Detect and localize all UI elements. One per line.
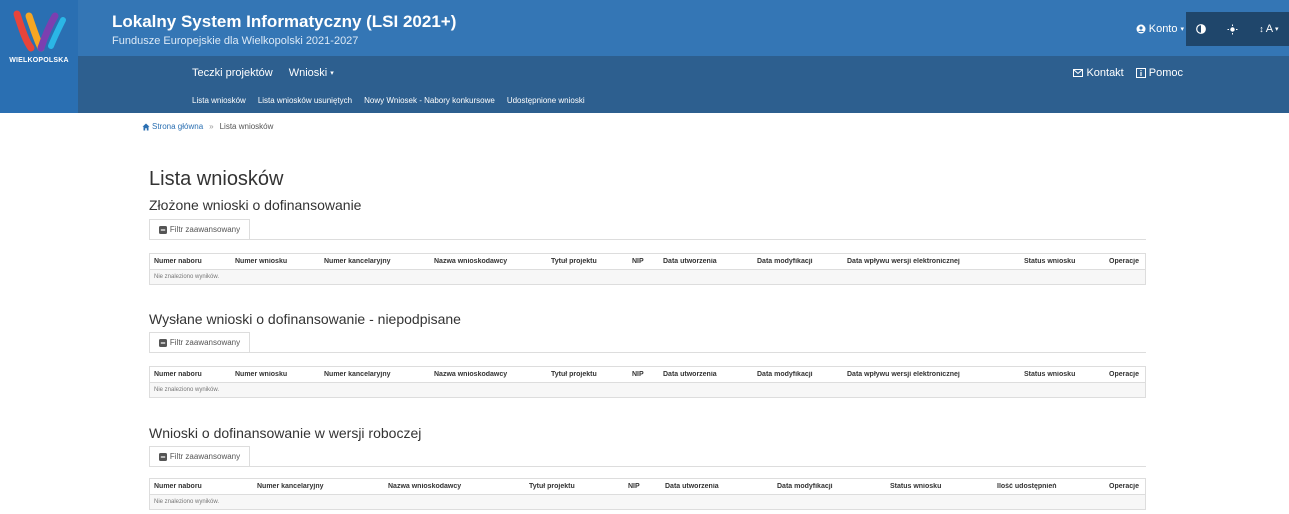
envelope-icon: [1073, 69, 1084, 77]
column-header[interactable]: Numer naboru: [150, 483, 253, 490]
tab-divider: [149, 466, 1146, 467]
column-header[interactable]: Nazwa wnioskodawcy: [430, 258, 547, 265]
filter-advanced-button[interactable]: Filtr zaawansowany: [149, 332, 250, 352]
empty-row: Nie znaleziono wyników.: [150, 270, 1145, 284]
text-height-icon: ↕: [1259, 24, 1264, 34]
table-niepodpisane: Numer naboru Numer wniosku Numer kancela…: [149, 366, 1146, 398]
subnav-lista-wnioskow-usunietych[interactable]: Lista wniosków usuniętych: [258, 96, 352, 105]
filter-advanced-button[interactable]: Filtr zaawansowany: [149, 446, 250, 466]
app-header: WIELKOPOLSKA Lokalny System Informatyczn…: [0, 0, 1289, 113]
empty-row: Nie znaleziono wyników.: [150, 495, 1145, 509]
column-header[interactable]: Status wniosku: [1020, 258, 1105, 265]
tab-divider: [149, 352, 1146, 353]
subnav-lista-wnioskow[interactable]: Lista wniosków: [192, 96, 246, 105]
utility-nav: Kontakt Pomoc: [1073, 67, 1183, 79]
breadcrumb-home-label: Strona główna: [152, 122, 204, 131]
primary-nav: Teczki projektów Wnioski ▾: [192, 67, 334, 79]
section-title-robocze: Wnioski o dofinansowanie w wersji robocz…: [149, 425, 422, 441]
table-robocze: Numer naboru Numer kancelaryjny Nazwa wn…: [149, 478, 1146, 510]
section-title-niepodpisane: Wysłane wnioski o dofinansowanie - niepo…: [149, 311, 461, 327]
account-label: Konto: [1148, 23, 1178, 35]
column-header[interactable]: Numer naboru: [150, 371, 231, 378]
column-header[interactable]: Operacje: [1105, 258, 1145, 265]
contact-label: Kontakt: [1086, 67, 1124, 79]
breadcrumb-home[interactable]: Strona główna: [142, 122, 203, 131]
nav-wnioski-label: Wnioski: [288, 67, 328, 79]
column-header[interactable]: Data modyfikacji: [753, 371, 843, 378]
accessibility-tools: ↕ A ▾: [1186, 12, 1289, 46]
column-header[interactable]: Ilość udostępnień: [993, 483, 1105, 490]
help-label: Pomoc: [1148, 67, 1183, 79]
column-header[interactable]: Operacje: [1105, 371, 1145, 378]
page-title: Lista wniosków: [149, 168, 284, 190]
user-circle-icon: [1136, 24, 1146, 34]
table-header: Numer naboru Numer wniosku Numer kancela…: [150, 254, 1145, 270]
tab-divider: [149, 239, 1146, 240]
column-header[interactable]: Numer wniosku: [231, 371, 320, 378]
home-icon: [142, 123, 150, 130]
chevron-down-icon: ▾: [1275, 26, 1279, 33]
breadcrumb-separator: »: [209, 122, 214, 131]
column-header[interactable]: Status wniosku: [886, 483, 993, 490]
column-header[interactable]: Nazwa wnioskodawcy: [430, 371, 547, 378]
info-icon: [1135, 68, 1146, 78]
wielkopolska-logo-icon: [13, 10, 66, 52]
minus-square-icon: [158, 452, 167, 461]
contrast-toggle[interactable]: [1196, 24, 1207, 34]
help-link[interactable]: Pomoc: [1135, 67, 1183, 79]
column-header[interactable]: Numer kancelaryjny: [253, 483, 384, 490]
table-zlozone: Numer naboru Numer wniosku Numer kancela…: [149, 253, 1146, 285]
column-header[interactable]: Tytuł projektu: [525, 483, 624, 490]
column-header[interactable]: Tytuł projektu: [547, 371, 628, 378]
column-header[interactable]: Status wniosku: [1020, 371, 1105, 378]
column-header[interactable]: Data modyfikacji: [773, 483, 886, 490]
secondary-nav: Lista wniosków Lista wniosków usuniętych…: [192, 96, 585, 105]
column-header[interactable]: NIP: [628, 371, 659, 378]
font-size-label: A: [1265, 23, 1274, 35]
column-header[interactable]: Numer kancelaryjny: [320, 371, 430, 378]
brand-logo-text: WIELKOPOLSKA: [9, 57, 69, 64]
table-header: Numer naboru Numer kancelaryjny Nazwa wn…: [150, 479, 1145, 495]
subnav-nowy-wniosek[interactable]: Nowy Wniosek - Nabory konkursowe: [364, 96, 495, 105]
column-header[interactable]: Operacje: [1105, 483, 1145, 490]
column-header[interactable]: Data utworzenia: [661, 483, 773, 490]
column-header[interactable]: Data modyfikacji: [753, 258, 843, 265]
minus-square-icon: [158, 225, 167, 234]
column-header[interactable]: Tytuł projektu: [547, 258, 628, 265]
table-header: Numer naboru Numer wniosku Numer kancela…: [150, 367, 1145, 383]
breadcrumb-current: Lista wniosków: [219, 122, 274, 131]
chevron-down-icon: ▾: [330, 70, 334, 77]
column-header[interactable]: Data wpływu wersji elektronicznej: [843, 371, 1020, 378]
nav-wnioski[interactable]: Wnioski ▾: [289, 67, 334, 79]
column-header[interactable]: Numer naboru: [150, 258, 231, 265]
filter-advanced-button[interactable]: Filtr zaawansowany: [149, 219, 250, 239]
breadcrumb: Strona główna » Lista wniosków: [142, 122, 273, 131]
minus-square-icon: [158, 338, 167, 347]
contact-link[interactable]: Kontakt: [1073, 67, 1124, 79]
filter-advanced-label: Filtr zaawansowany: [169, 338, 241, 347]
filter-advanced-label: Filtr zaawansowany: [169, 225, 241, 234]
filter-advanced-label: Filtr zaawansowany: [169, 452, 241, 461]
section-title-zlozone: Złożone wnioski o dofinansowanie: [149, 197, 362, 213]
empty-row: Nie znaleziono wyników.: [150, 383, 1145, 397]
nav-teczki-projektow[interactable]: Teczki projektów: [192, 67, 273, 79]
column-header[interactable]: Nazwa wnioskodawcy: [384, 483, 525, 490]
brand-logo[interactable]: WIELKOPOLSKA: [0, 0, 78, 113]
column-header[interactable]: NIP: [624, 483, 661, 490]
column-header[interactable]: Numer kancelaryjny: [320, 258, 430, 265]
column-header[interactable]: NIP: [628, 258, 659, 265]
column-header[interactable]: Numer wniosku: [231, 258, 320, 265]
column-header[interactable]: Data utworzenia: [659, 371, 753, 378]
column-header[interactable]: Data utworzenia: [659, 258, 753, 265]
column-header[interactable]: Data wpływu wersji elektronicznej: [843, 258, 1020, 265]
account-menu[interactable]: Konto ▾: [1136, 23, 1184, 35]
app-subtitle: Fundusze Europejskie dla Wielkopolski 20…: [112, 35, 359, 47]
app-title[interactable]: Lokalny System Informatyczny (LSI 2021+): [112, 12, 456, 32]
font-size-menu[interactable]: ↕ A ▾: [1259, 23, 1278, 35]
brightness-toggle[interactable]: [1227, 24, 1238, 35]
chevron-down-icon: ▾: [1180, 26, 1184, 33]
subnav-udostepnione-wnioski[interactable]: Udostępnione wnioski: [507, 96, 585, 105]
contrast-icon: [1196, 24, 1207, 34]
sun-icon: [1227, 24, 1238, 34]
